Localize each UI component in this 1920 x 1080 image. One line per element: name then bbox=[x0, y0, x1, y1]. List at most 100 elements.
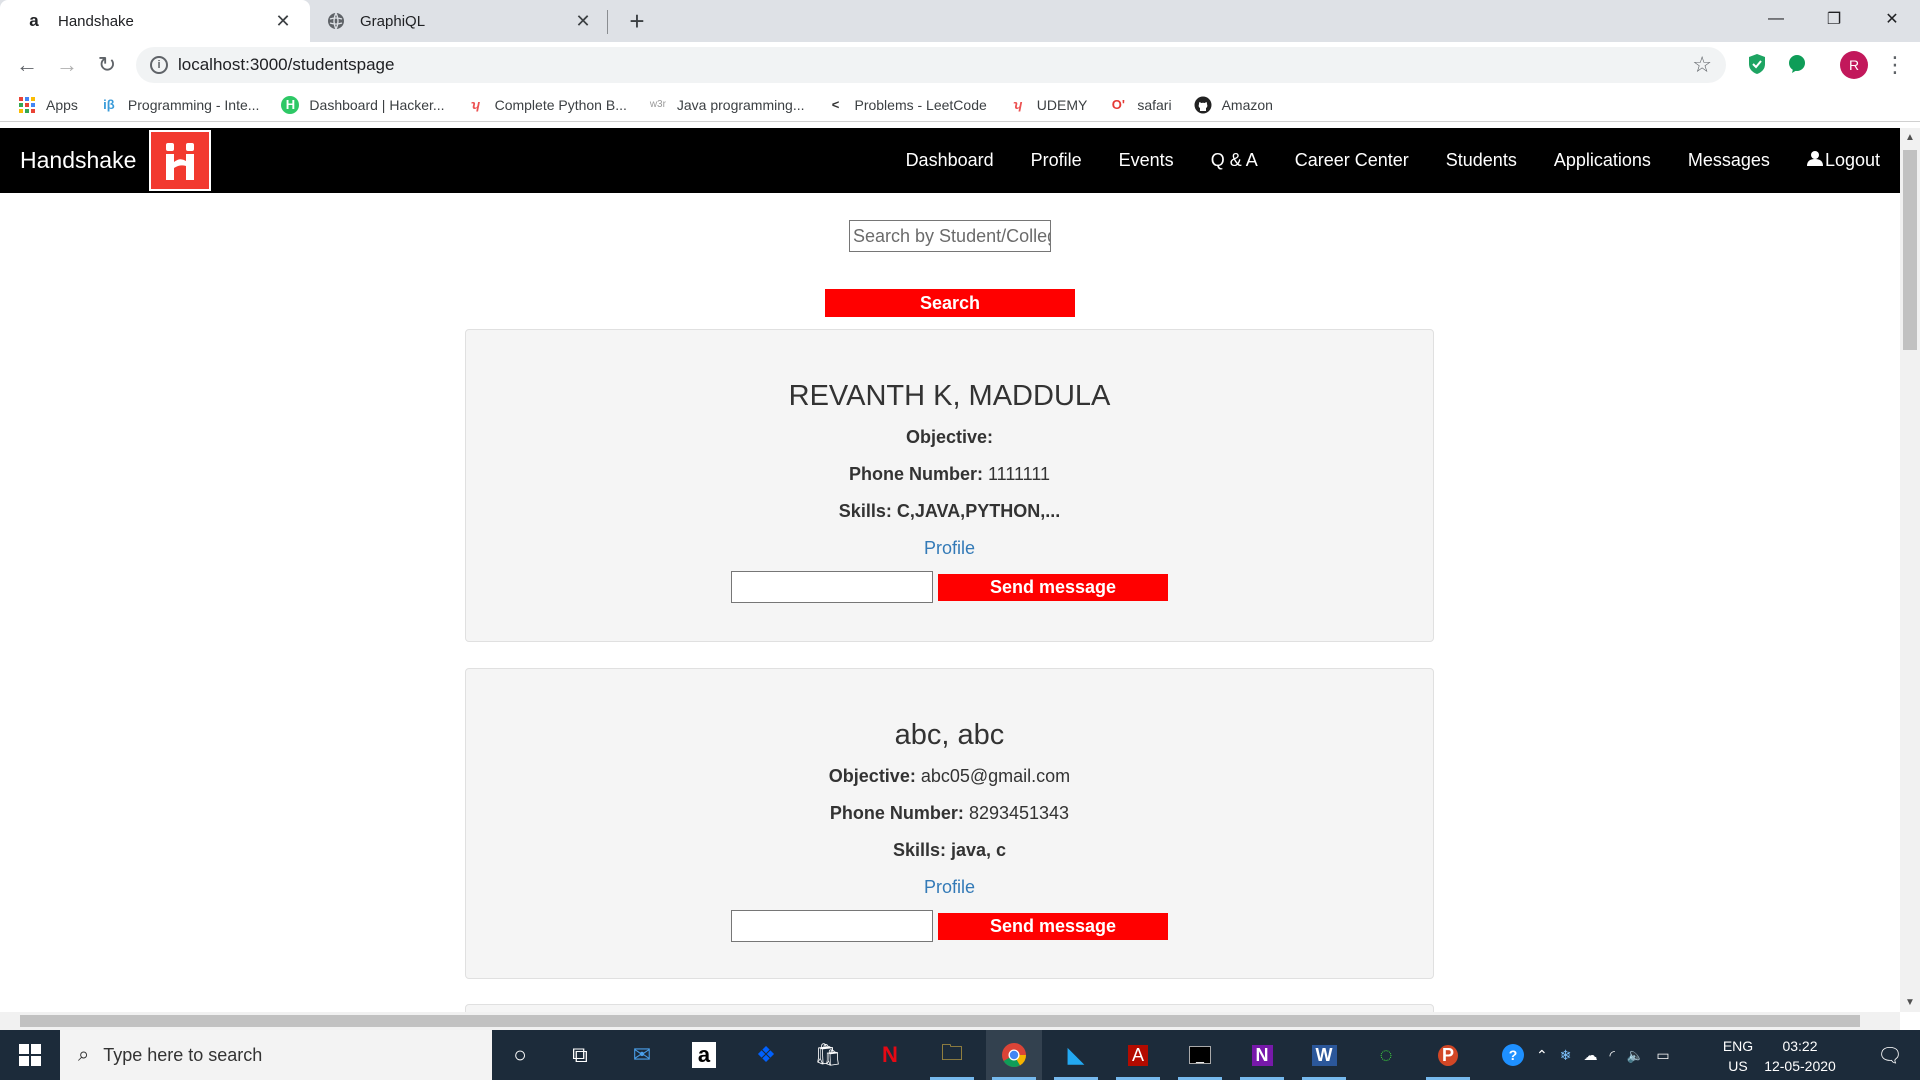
logout-link[interactable]: Logout bbox=[1806, 150, 1880, 171]
tab-handshake[interactable]: a Handshake ✕ bbox=[0, 0, 310, 42]
close-tab-icon[interactable]: ✕ bbox=[270, 8, 296, 34]
store-icon[interactable]: 🛍 bbox=[800, 1030, 856, 1080]
student-profile-link[interactable]: Profile bbox=[466, 538, 1433, 559]
student-phone: Phone Number: 1111111 bbox=[466, 464, 1433, 485]
windows-start-icon[interactable] bbox=[0, 1030, 60, 1080]
minimize-window-icon[interactable]: — bbox=[1746, 0, 1806, 38]
task-view-icon[interactable]: ⧉ bbox=[552, 1030, 608, 1080]
powerpoint-icon[interactable]: P bbox=[1420, 1030, 1476, 1080]
chevron-up-icon[interactable]: ⌃ bbox=[1536, 1047, 1548, 1064]
new-tab-button[interactable]: + bbox=[622, 6, 652, 36]
notification-center-icon[interactable]: 🗨 bbox=[1862, 1030, 1918, 1080]
skills-value: java, c bbox=[951, 840, 1007, 860]
bookmark-star-icon[interactable]: ☆ bbox=[1692, 52, 1712, 78]
vscode-icon[interactable]: ◣ bbox=[1048, 1030, 1104, 1080]
nav-profile[interactable]: Profile bbox=[1031, 150, 1082, 171]
nav-dashboard[interactable]: Dashboard bbox=[906, 150, 994, 171]
safari-icon: O' bbox=[1111, 97, 1125, 112]
scroll-up-icon[interactable]: ▲ bbox=[1905, 132, 1915, 143]
student-objective: Objective: abc05@gmail.com bbox=[466, 766, 1433, 787]
nav-qa[interactable]: Q & A bbox=[1211, 150, 1258, 171]
netflix-icon[interactable]: N bbox=[862, 1030, 918, 1080]
nav-career-center[interactable]: Career Center bbox=[1295, 150, 1409, 171]
bookmark-hackerrank[interactable]: H Dashboard | Hacker... bbox=[281, 95, 445, 114]
ib-icon: iβ bbox=[103, 97, 115, 112]
nav-events[interactable]: Events bbox=[1119, 150, 1174, 171]
browser-menu-icon[interactable]: ⋮ bbox=[1882, 50, 1908, 80]
bookmark-python[interactable]: ʮ Complete Python B... bbox=[467, 96, 627, 114]
student-search-input[interactable] bbox=[849, 220, 1051, 252]
volume-icon[interactable]: 🔈 bbox=[1627, 1047, 1644, 1064]
message-input[interactable] bbox=[731, 910, 933, 942]
help-icon[interactable]: ? bbox=[1502, 1044, 1524, 1066]
page-viewport: Handshake Dashboard Profile Events Q & A… bbox=[0, 128, 1900, 1012]
nav-applications[interactable]: Applications bbox=[1554, 150, 1651, 171]
address-bar[interactable]: i localhost:3000/studentspage ☆ bbox=[136, 47, 1726, 83]
cortana-icon[interactable]: ○ bbox=[492, 1030, 548, 1080]
student-card: abc, abc Objective: abc05@gmail.com Phon… bbox=[465, 668, 1434, 979]
close-tab-icon[interactable]: ✕ bbox=[570, 8, 596, 34]
student-skills: Skills: java, c bbox=[466, 840, 1433, 861]
bookmark-amazon[interactable]: Amazon bbox=[1194, 96, 1273, 114]
profile-avatar[interactable]: R bbox=[1840, 51, 1868, 79]
bookmark-safari[interactable]: O' safari bbox=[1109, 96, 1172, 114]
battery-icon[interactable]: ▭ bbox=[1656, 1047, 1669, 1064]
terminal-icon[interactable]: _ bbox=[1172, 1030, 1228, 1080]
nav-students[interactable]: Students bbox=[1446, 150, 1517, 171]
search-button[interactable]: Search bbox=[825, 289, 1075, 317]
spinner-app-icon[interactable]: ◌ bbox=[1358, 1030, 1414, 1080]
search-icon: ⌕ bbox=[78, 1043, 90, 1066]
file-explorer-icon[interactable]: 🗀 bbox=[924, 1030, 980, 1080]
tab-graphiql[interactable]: GraphiQL ✕ bbox=[310, 0, 610, 42]
amazon-icon[interactable]: a bbox=[676, 1030, 732, 1080]
wifi-icon[interactable]: ◜ bbox=[1609, 1047, 1614, 1064]
brand-name[interactable]: Handshake bbox=[20, 147, 136, 174]
taskbar-search-box[interactable]: ⌕ Type here to search bbox=[60, 1030, 492, 1080]
udemy-icon: ʮ bbox=[1013, 97, 1023, 112]
bookmark-apps[interactable]: Apps bbox=[18, 96, 78, 114]
scroll-thumb[interactable] bbox=[20, 1015, 1860, 1027]
onenote-icon[interactable]: N bbox=[1234, 1030, 1290, 1080]
student-profile-link[interactable]: Profile bbox=[466, 877, 1433, 898]
close-window-icon[interactable]: ✕ bbox=[1862, 0, 1920, 38]
message-input[interactable] bbox=[731, 571, 933, 603]
bookmark-java[interactable]: w3r Java programming... bbox=[649, 96, 805, 114]
bookmark-leetcode[interactable]: < Problems - LeetCode bbox=[826, 96, 987, 114]
send-message-button[interactable]: Send message bbox=[938, 912, 1168, 940]
site-info-icon[interactable]: i bbox=[150, 56, 168, 74]
scroll-thumb[interactable] bbox=[1903, 150, 1917, 350]
vertical-scrollbar[interactable]: ▲ ▼ bbox=[1900, 128, 1920, 1012]
leetcode-icon: < bbox=[831, 97, 840, 112]
bookmark-udemy[interactable]: ʮ UDEMY bbox=[1009, 96, 1087, 114]
phone-label: Phone Number: bbox=[848, 464, 983, 484]
mail-icon[interactable]: ✉ bbox=[614, 1030, 670, 1080]
scroll-down-icon[interactable]: ▼ bbox=[1905, 997, 1915, 1008]
bookmarks-bar: Apps iβ Programming - Inte... H Dashboar… bbox=[0, 88, 1920, 122]
student-objective: Objective: bbox=[466, 427, 1433, 448]
acrobat-icon[interactable]: A bbox=[1110, 1030, 1166, 1080]
message-row: Send message bbox=[466, 571, 1433, 603]
message-row: Send message bbox=[466, 910, 1433, 942]
word-icon[interactable]: W bbox=[1296, 1030, 1352, 1080]
shield-extension-icon[interactable] bbox=[1744, 51, 1770, 77]
bookmark-label: Complete Python B... bbox=[494, 96, 627, 113]
cloud-icon[interactable]: ☁ bbox=[1583, 1047, 1597, 1064]
forward-arrow-icon[interactable]: → bbox=[52, 50, 82, 80]
bookmark-label: Apps bbox=[46, 96, 78, 113]
bookmark-programming[interactable]: iβ Programming - Inte... bbox=[100, 96, 259, 114]
chat-extension-icon[interactable] bbox=[1784, 51, 1810, 77]
nav-messages[interactable]: Messages bbox=[1688, 150, 1770, 171]
dropbox-icon[interactable]: ❖ bbox=[738, 1030, 794, 1080]
send-message-button[interactable]: Send message bbox=[938, 573, 1168, 601]
reload-icon[interactable]: ↻ bbox=[92, 50, 122, 80]
chrome-icon[interactable] bbox=[986, 1030, 1042, 1080]
restore-window-icon[interactable]: ❐ bbox=[1804, 0, 1864, 38]
github-icon bbox=[1194, 96, 1212, 114]
snowflake-icon[interactable]: ❄ bbox=[1560, 1047, 1572, 1064]
language-indicator[interactable]: ENG US bbox=[1720, 1036, 1756, 1076]
user-icon bbox=[1806, 150, 1823, 171]
horizontal-scrollbar[interactable] bbox=[0, 1012, 1900, 1030]
lang-code: ENG bbox=[1722, 1038, 1754, 1054]
taskbar-clock[interactable]: 03:22 12-05-2020 bbox=[1760, 1036, 1840, 1076]
back-arrow-icon[interactable]: ← bbox=[12, 50, 42, 80]
